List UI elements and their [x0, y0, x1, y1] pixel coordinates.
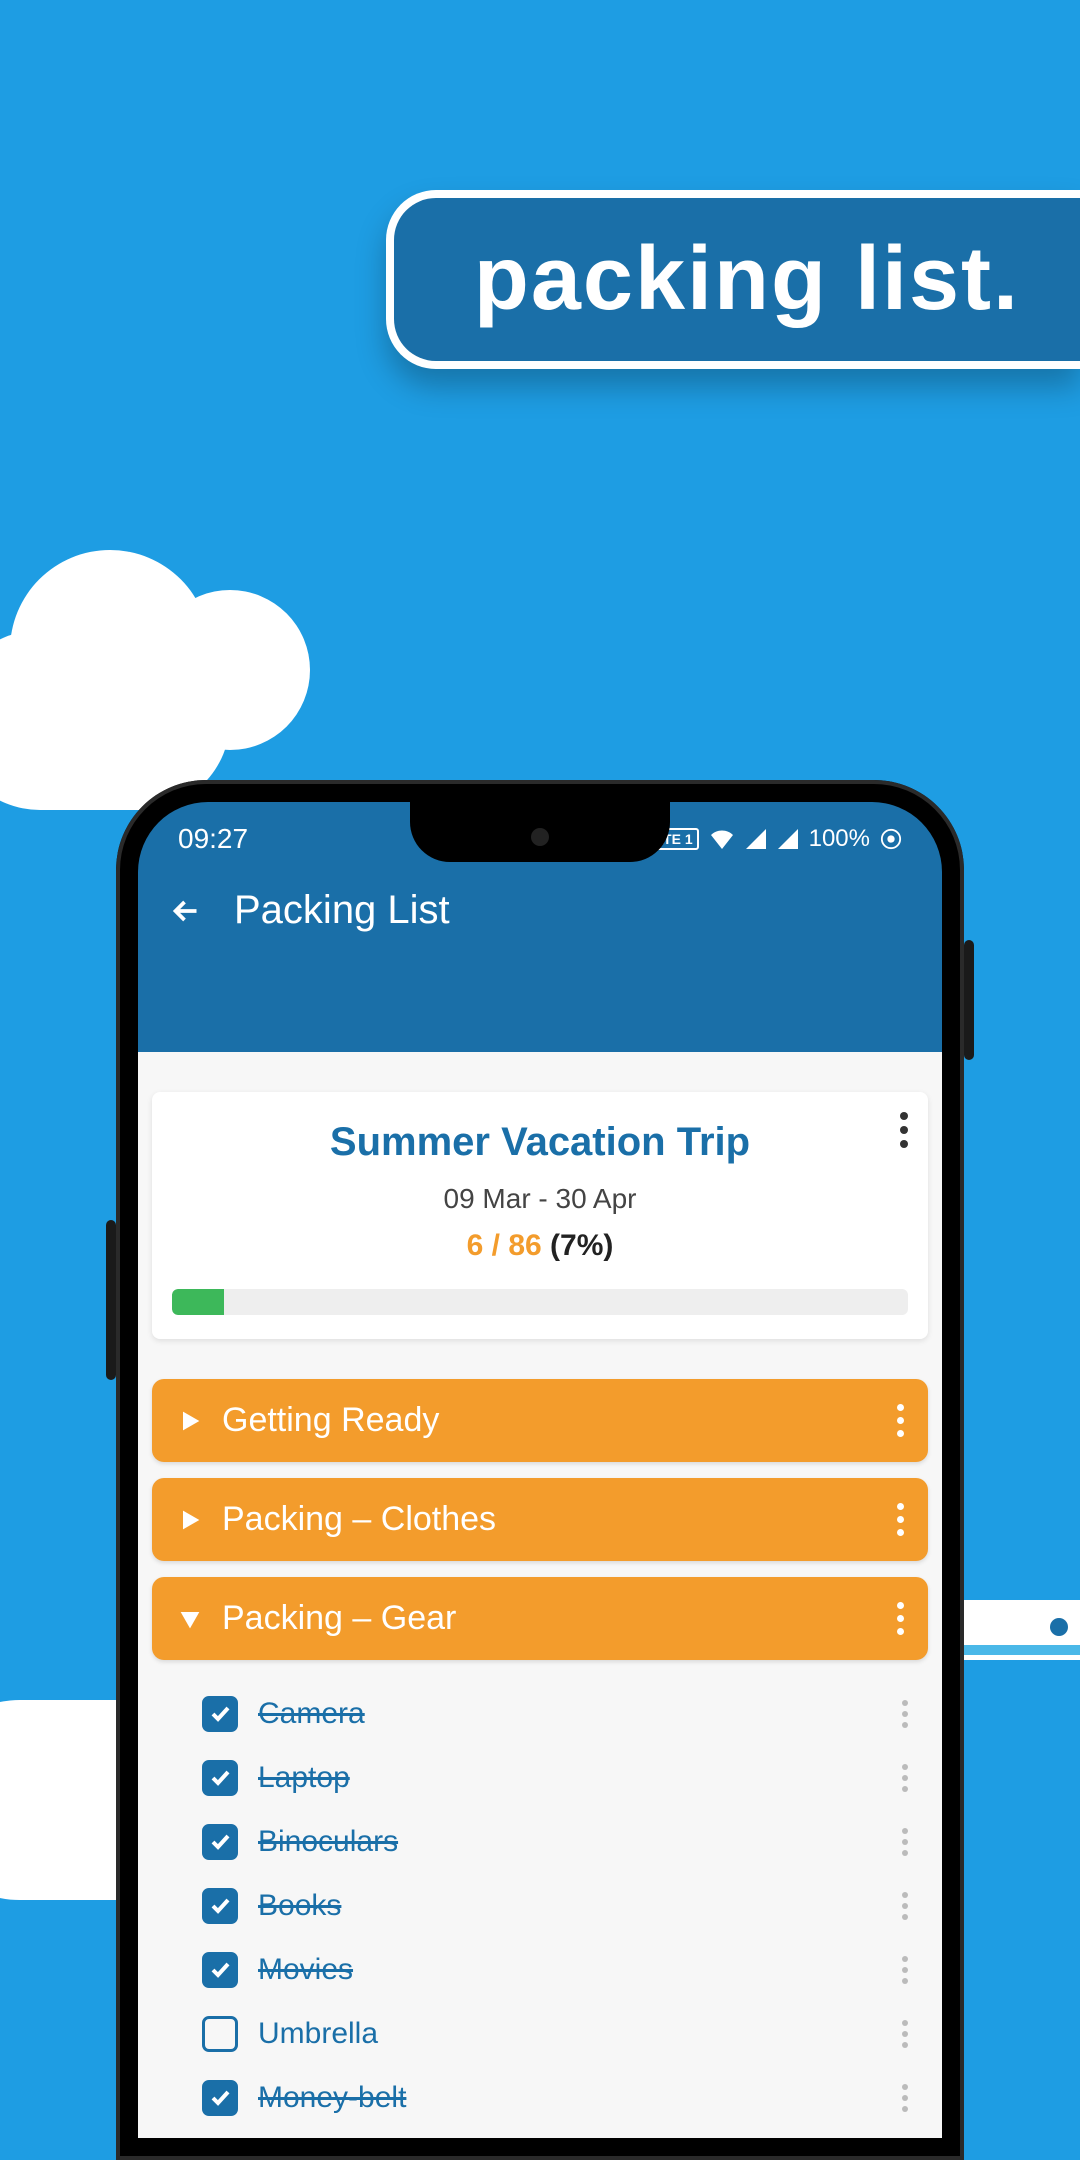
item-checkbox[interactable] [202, 2080, 238, 2116]
item-more-button[interactable] [902, 1700, 918, 1728]
phone-frame: 09:27 VoLTE 1 100% Packing List Summer V… [116, 780, 964, 2160]
battery-saver-icon [880, 828, 902, 850]
wifi-icon [709, 829, 735, 849]
list-item: Books [152, 1874, 928, 1938]
phone-screen: 09:27 VoLTE 1 100% Packing List Summer V… [138, 802, 942, 2138]
trip-title: Summer Vacation Trip [172, 1120, 908, 1165]
item-checkbox[interactable] [202, 1952, 238, 1988]
section-label: Packing – Clothes [222, 1500, 897, 1539]
triangle-right-icon [176, 1407, 204, 1435]
trip-dates: 09 Mar - 30 Apr [172, 1183, 908, 1215]
phone-power-button [964, 940, 974, 1060]
list-item: Money-belt [152, 2066, 928, 2130]
progress-fraction: 6 / 86 [467, 1229, 542, 1262]
status-right: VoLTE 1 100% [633, 825, 902, 853]
progress-bar [172, 1289, 908, 1315]
item-label[interactable]: Money-belt [258, 2081, 882, 2115]
section-label: Getting Ready [222, 1401, 897, 1440]
progress-text: 6 / 86 (7%) [172, 1229, 908, 1263]
app-bar-title: Packing List [234, 888, 450, 933]
list-item: Laptop [152, 1746, 928, 1810]
item-label[interactable]: Books [258, 1889, 882, 1923]
item-checkbox[interactable] [202, 1696, 238, 1732]
section-more-button[interactable] [897, 1503, 904, 1536]
marketing-label-text: packing list. [474, 229, 1020, 329]
progress-fill [172, 1289, 224, 1315]
battery-text: 100% [809, 825, 870, 853]
trip-header-card: Summer Vacation Trip 09 Mar - 30 Apr 6 /… [152, 1092, 928, 1339]
item-label[interactable]: Laptop [258, 1761, 882, 1795]
section-more-button[interactable] [897, 1602, 904, 1635]
app-bar: Packing List [138, 862, 942, 1033]
item-label[interactable]: Movies [258, 1953, 882, 1987]
trip-more-button[interactable] [900, 1112, 908, 1148]
section-packing-clothes[interactable]: Packing – Clothes [152, 1478, 928, 1561]
progress-percent: (7%) [550, 1229, 613, 1262]
marketing-label: packing list. [386, 190, 1080, 369]
status-time: 09:27 [178, 823, 248, 855]
item-checkbox[interactable] [202, 1888, 238, 1924]
section-packing-gear[interactable]: Packing – Gear [152, 1577, 928, 1660]
signal-icon [745, 829, 767, 849]
item-checkbox[interactable] [202, 1824, 238, 1860]
list-item: Umbrella [152, 2002, 928, 2066]
section-more-button[interactable] [897, 1404, 904, 1437]
list-item: Camera [152, 1682, 928, 1746]
triangle-right-icon [176, 1506, 204, 1534]
item-more-button[interactable] [902, 2020, 918, 2048]
list-item: Binoculars [152, 1810, 928, 1874]
content-area: Summer Vacation Trip 09 Mar - 30 Apr 6 /… [138, 1052, 942, 2138]
item-more-button[interactable] [902, 1828, 918, 1856]
item-more-button[interactable] [902, 1892, 918, 1920]
list-item: Mobile Phone [152, 2130, 928, 2138]
item-more-button[interactable] [902, 1956, 918, 1984]
item-more-button[interactable] [902, 2084, 918, 2112]
phone-volume-button [106, 1220, 116, 1380]
item-checkbox[interactable] [202, 2016, 238, 2052]
gear-items: Camera Laptop Binoculars Books Movies Umbrell… [152, 1676, 928, 2138]
item-checkbox[interactable] [202, 1760, 238, 1796]
item-label[interactable]: Camera [258, 1697, 882, 1731]
item-label[interactable]: Binoculars [258, 1825, 882, 1859]
signal-icon [777, 829, 799, 849]
sections-list: Getting Ready Packing – Clothes Packing … [138, 1349, 942, 2138]
list-item: Movies [152, 1938, 928, 2002]
item-more-button[interactable] [902, 1764, 918, 1792]
phone-notch [410, 802, 670, 862]
section-getting-ready[interactable]: Getting Ready [152, 1379, 928, 1462]
triangle-down-icon [176, 1605, 204, 1633]
back-arrow-icon[interactable] [168, 893, 204, 929]
section-label: Packing – Gear [222, 1599, 897, 1638]
item-label[interactable]: Umbrella [258, 2017, 882, 2051]
